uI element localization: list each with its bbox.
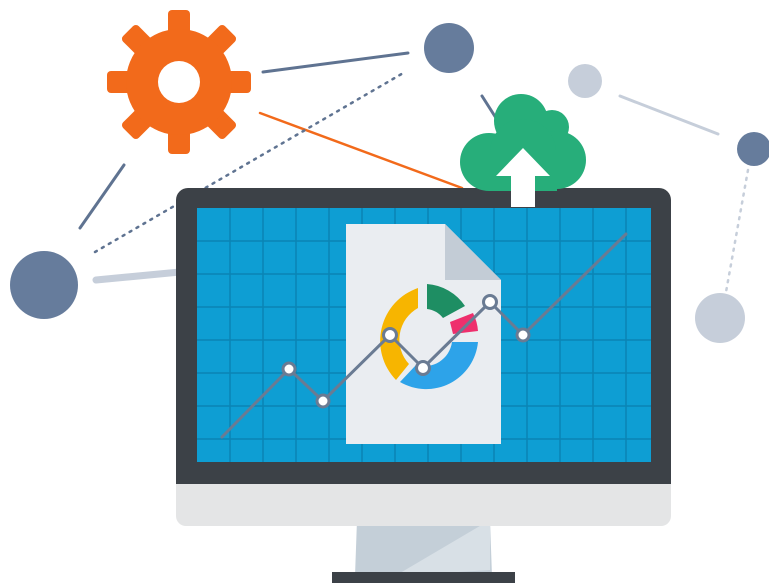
trend-point — [315, 393, 331, 409]
network-node — [695, 293, 745, 343]
trend-point — [281, 361, 297, 377]
connector-line — [724, 168, 750, 294]
monitor-stand-base — [332, 572, 515, 583]
connector-line — [92, 268, 184, 284]
illustration — [0, 0, 769, 583]
illustration-canvas — [10, 10, 769, 583]
trend-point — [382, 327, 398, 343]
connector-line — [78, 163, 126, 230]
gear-icon — [107, 10, 251, 154]
connector-line — [258, 111, 464, 190]
document-icon — [346, 224, 501, 444]
network-node — [424, 23, 474, 73]
network-node — [737, 132, 769, 166]
connector-line — [480, 94, 498, 120]
monitor-icon — [176, 188, 671, 583]
connector-line — [261, 51, 410, 74]
network-node — [10, 251, 78, 319]
network-node — [568, 64, 602, 98]
trend-point — [482, 294, 498, 310]
trend-point — [415, 360, 431, 376]
trend-point — [515, 327, 531, 343]
connector-line — [618, 94, 720, 136]
